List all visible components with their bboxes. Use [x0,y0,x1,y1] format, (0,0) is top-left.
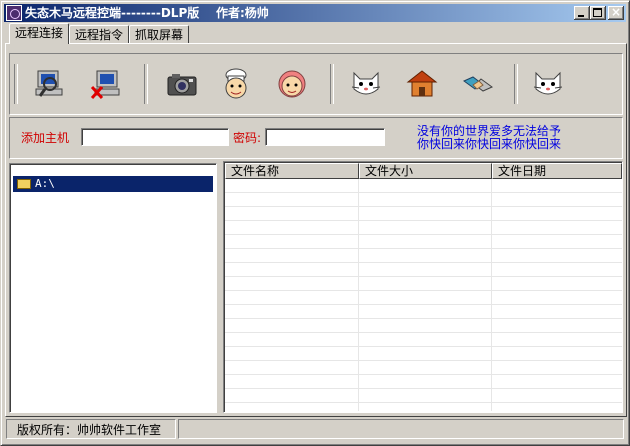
message-line-2: 你快回来你快回来你快回来 [417,137,562,151]
status-panel-2 [178,419,624,439]
cat-face-icon [533,71,563,95]
monitor-search-icon [35,70,63,97]
girl-face-icon [278,70,306,98]
close-icon: × [610,5,622,19]
column-header-filename[interactable]: 文件名称 [225,163,359,179]
toolbar-separator [14,64,18,104]
status-copyright: 版权所有：帅帅软件工作室 [6,419,176,439]
file-list-header: 文件名称 文件大小 文件日期 [225,163,622,179]
status-bar: 版权所有：帅帅软件工作室 [4,419,626,441]
maximize-button[interactable] [590,6,606,20]
host-label: 添加主机 [21,131,70,145]
handshake-icon [463,76,493,92]
house-icon [406,70,438,97]
camera-button[interactable] [162,64,202,104]
house-button[interactable] [402,64,442,104]
girl-button[interactable] [272,64,312,104]
directory-tree[interactable]: A:\ [9,163,217,413]
close-button[interactable]: × [608,5,624,20]
cat-face-icon [351,71,381,95]
tab-remote-command[interactable]: 远程指令 [69,25,130,44]
table-row[interactable] [225,361,622,375]
computer-disconnect-icon [90,70,120,100]
password-label: 密码: [233,131,262,145]
chef-face-icon [225,68,247,99]
maximize-icon [593,8,602,17]
monitor-search-button[interactable] [30,64,70,104]
table-row[interactable] [225,221,622,235]
tab-strip: 远程连接 远程指令 抓取屏幕 [9,23,190,44]
minimize-icon [578,15,584,17]
main-window: 失态木马远程控端--------DLP版 作者:杨帅 × 远程连接 远程指令 抓… [0,0,630,446]
toolbar-separator [144,64,148,104]
toolbar-separator [514,64,518,104]
chef-button[interactable] [216,64,256,104]
tree-item-drive-a[interactable]: A:\ [13,176,213,192]
file-list[interactable]: 文件名称 文件大小 文件日期 [223,161,623,413]
table-row[interactable] [225,263,622,277]
password-input[interactable] [265,128,385,146]
table-row[interactable] [225,375,622,389]
minimize-button[interactable] [574,6,590,20]
table-row[interactable] [225,291,622,305]
tree-item-label: A:\ [35,177,55,190]
app-icon[interactable] [6,5,22,21]
table-row[interactable] [225,235,622,249]
cat-button-1[interactable] [346,64,386,104]
handshake-button[interactable] [458,64,498,104]
tab-capture-screen[interactable]: 抓取屏幕 [129,25,190,44]
toolbar [9,53,623,115]
camera-icon [167,74,197,96]
title-bar[interactable]: 失态木马远程控端--------DLP版 作者:杨帅 × [4,4,626,22]
table-row[interactable] [225,179,622,193]
table-row[interactable] [225,389,622,403]
column-header-filedate[interactable]: 文件日期 [492,163,622,179]
disconnect-button[interactable] [86,64,126,104]
table-row[interactable] [225,347,622,361]
toolbar-separator [330,64,334,104]
table-row[interactable] [225,333,622,347]
table-row[interactable] [225,305,622,319]
cat-button-2[interactable] [528,64,568,104]
message-line-1: 没有你的世界爱多无法给予 [417,124,562,138]
table-row[interactable] [225,207,622,221]
table-row[interactable] [225,319,622,333]
host-input[interactable] [81,128,229,146]
table-row[interactable] [225,277,622,291]
marquee-message: 没有你的世界爱多无法给予 你快回来你快回来你快回来 [417,125,561,151]
table-row[interactable] [225,193,622,207]
window-title: 失态木马远程控端--------DLP版 作者:杨帅 [25,6,269,20]
folder-open-icon [17,179,31,189]
table-row[interactable] [225,249,622,263]
tab-remote-connect[interactable]: 远程连接 [9,23,70,44]
column-header-filesize[interactable]: 文件大小 [359,163,492,179]
